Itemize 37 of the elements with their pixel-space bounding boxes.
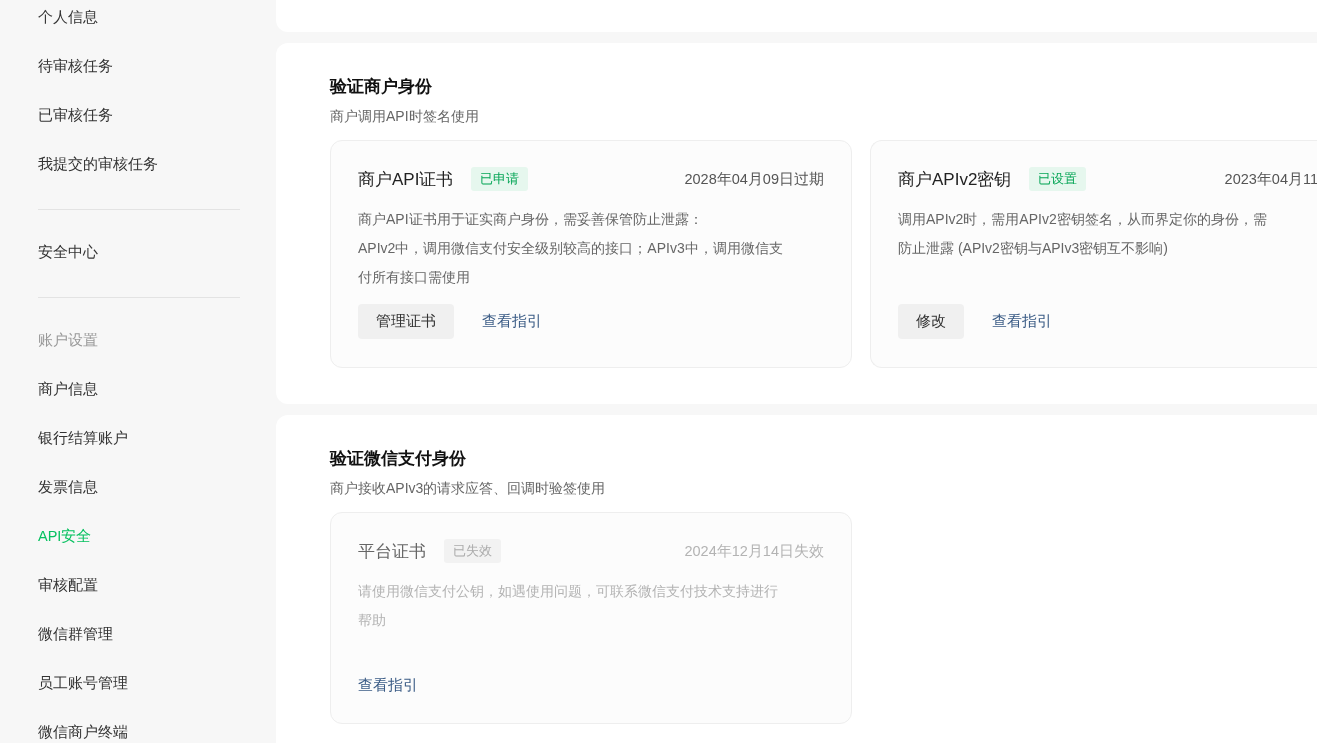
- section-title: 验证商户身份: [330, 76, 433, 98]
- card-date: 2024年12月14日失效: [684, 541, 824, 561]
- sidebar-item[interactable]: 微信群管理: [38, 610, 240, 659]
- guide-link[interactable]: 查看指引: [992, 312, 1052, 331]
- card-date: 2028年04月09日过期: [684, 169, 824, 189]
- status-badge: 已失效: [444, 539, 501, 563]
- card-description: 调用APIv2时，需用APIv2密钥签名，从而界定你的身份，需: [898, 210, 1268, 229]
- guide-link[interactable]: 查看指引: [482, 312, 542, 331]
- card-date: 2023年04月11: [1224, 169, 1317, 189]
- card-description: APIv2中，调用微信支付安全级别较高的接口；APIv3中，调用微信支: [358, 239, 784, 258]
- action-button[interactable]: 修改: [898, 304, 964, 339]
- section-subtitle: 商户调用API时签名使用: [330, 108, 480, 126]
- card-description: 付所有接口需使用: [358, 268, 471, 287]
- action-button[interactable]: 管理证书: [358, 304, 454, 339]
- sidebar-heading: 账户设置: [38, 331, 99, 350]
- sidebar-item[interactable]: 发票信息: [38, 463, 240, 512]
- section-title: 验证微信支付身份: [330, 448, 467, 470]
- status-badge: 已设置: [1029, 167, 1087, 191]
- sidebar-item[interactable]: 审核配置: [38, 561, 240, 610]
- card-title: 平台证书: [358, 540, 426, 563]
- sidebar-item[interactable]: 商户信息: [38, 365, 240, 414]
- sidebar-item[interactable]: 已审核任务: [38, 91, 240, 140]
- card-description: 帮助: [358, 611, 387, 630]
- status-badge: 已申请: [471, 167, 529, 191]
- sidebar-item[interactable]: 安全中心: [38, 228, 240, 277]
- card-description: 防止泄露 (APIv2密钥与APIv3密钥互不影响): [898, 239, 1169, 258]
- sidebar-item[interactable]: 个人信息: [38, 0, 240, 42]
- card-title: 商户API证书: [358, 168, 454, 191]
- sidebar-item[interactable]: 待审核任务: [38, 42, 240, 91]
- section-subtitle: 商户接收APIv3的请求应答、回调时验签使用: [330, 480, 607, 498]
- sidebar-item[interactable]: 银行结算账户: [38, 414, 240, 463]
- sidebar-item[interactable]: 员工账号管理: [38, 659, 240, 708]
- card-description: 商户API证书用于证实商户身份，需妥善保管防止泄露：: [358, 210, 704, 229]
- card-description: 请使用微信支付公钥，如遇使用问题，可联系微信支付技术支持进行: [358, 582, 779, 601]
- sidebar-item[interactable]: 微信商户终端: [38, 708, 240, 743]
- sidebar-item[interactable]: 我提交的审核任务: [38, 140, 240, 189]
- card-title: 商户APIv2密钥: [898, 168, 1012, 191]
